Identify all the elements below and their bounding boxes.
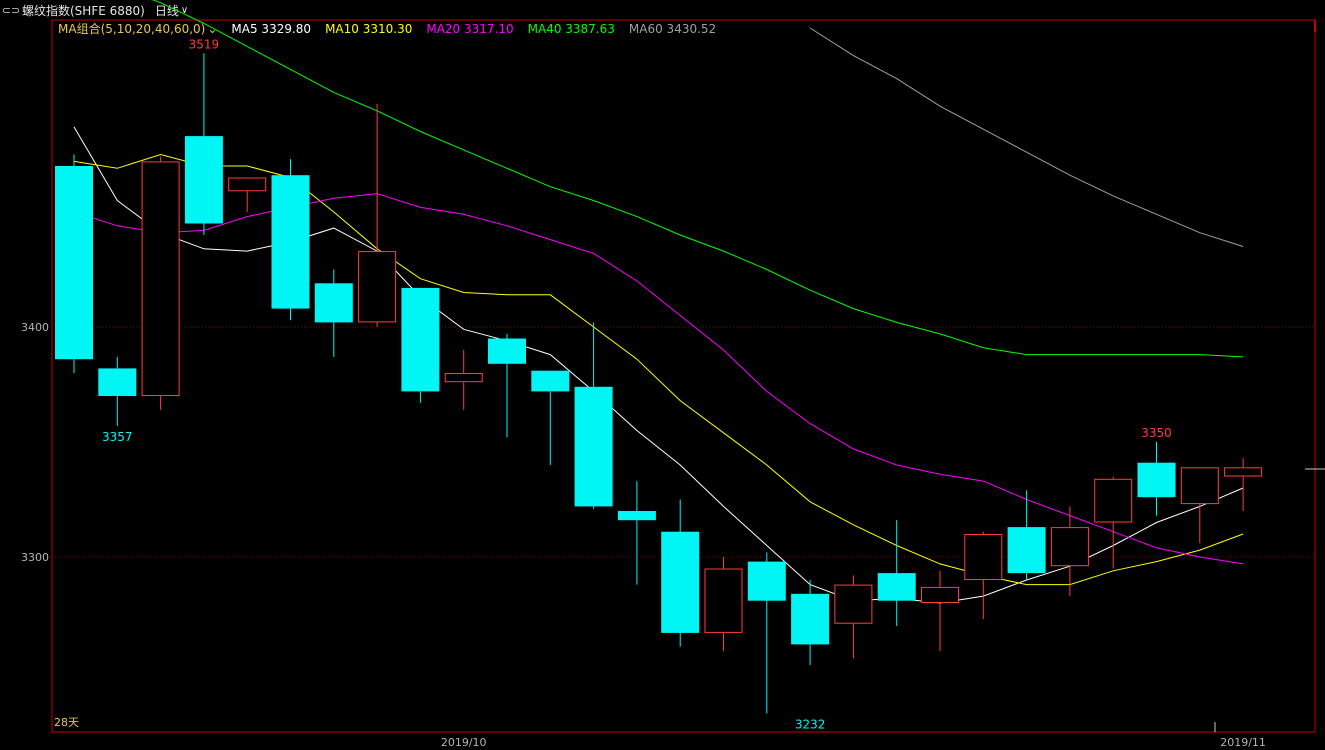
candle-body [488,338,526,364]
candle [617,481,656,585]
ma-legend: MA组合(5,10,20,40,60,0) ⌄ MA5 3329.80 MA10 33… [58,21,716,36]
candle-body [834,584,873,624]
candle [444,350,483,410]
candle [834,575,873,659]
candles [55,53,1263,714]
candle [271,159,310,321]
candle [1180,467,1219,544]
extreme-price-label: 3519 [189,37,220,51]
ma-legend-item: MA10 3310.30 [325,22,412,36]
candle [141,156,180,410]
candle [314,269,353,357]
ma-line-ma10 [73,153,1244,586]
candle-body [444,373,483,383]
candle [358,103,397,327]
ma-lines [73,0,1244,604]
candle [661,499,700,647]
candle-body [747,561,786,601]
ma-line-ma60 [809,27,1244,247]
x-tick-label: 2019/10 [441,736,487,749]
ma-group-label: MA组合(5,10,20,40,60,0) [58,21,205,36]
ma-legend-item: MA20 3317.10 [426,22,513,36]
candle-body [55,166,93,360]
candle-body [661,531,700,633]
candle-body [574,386,613,507]
candle [574,322,613,509]
ma-legend-item: MA60 3430.52 [629,22,716,36]
x-tick-label: 2019/11 [1220,736,1266,749]
extreme-price-label: 3357 [102,430,133,444]
candle [228,177,267,212]
candlestick-chart[interactable]: 3300 3400 2019/10 2019/11 3519 3357 3232 3350 28… [0,0,1325,750]
visible-days-label: 28天 [54,716,79,729]
candle [1137,442,1176,516]
candle [747,552,786,714]
candle-body [704,568,743,633]
candle-body [1094,478,1133,523]
candle-body [1050,527,1089,567]
candle-body [228,177,267,192]
candle-body [401,287,440,392]
candle-body [531,370,570,392]
candle-body [271,175,310,309]
extreme-price-label: 3350 [1141,426,1172,440]
candle-body [791,593,830,645]
candle-body [98,368,137,396]
candle-body [877,573,916,601]
candle [401,287,440,403]
candle [488,333,526,438]
candle [1007,490,1046,580]
candle [1050,506,1089,597]
candle [791,580,830,666]
candle-body [358,251,397,323]
candle-body [1224,467,1263,477]
grid-lines [52,326,1315,558]
candle-body [1180,467,1219,505]
candle [964,531,1003,620]
ma-line-ma20 [73,193,1244,565]
candle-body [314,283,353,323]
candle [531,370,570,465]
candle-body [141,161,180,396]
extreme-price-label: 3232 [795,717,826,731]
candle [98,356,137,426]
candle-body [617,511,656,521]
candle-body [921,586,959,604]
candle [704,557,743,652]
ma-legend-item: MA5 3329.80 [231,22,311,36]
candle [877,520,916,626]
ma-legend-text: MA组合(5,10,20,40,60,0) ⌄ MA5 3329.80 MA10 33… [58,21,716,36]
candle [55,154,93,373]
candle-body [1137,462,1176,498]
candle [1224,458,1263,511]
y-tick-label: 3400 [21,321,49,334]
candle [184,53,223,235]
candle [921,570,959,652]
candle-body [184,136,223,224]
chevron-down-icon: ⌄ [207,22,217,36]
y-tick-label: 3300 [21,551,49,564]
ma-legend-item: MA40 3387.63 [528,22,615,36]
candle-body [964,534,1003,580]
candle-body [1007,527,1046,574]
candle [1094,476,1133,569]
